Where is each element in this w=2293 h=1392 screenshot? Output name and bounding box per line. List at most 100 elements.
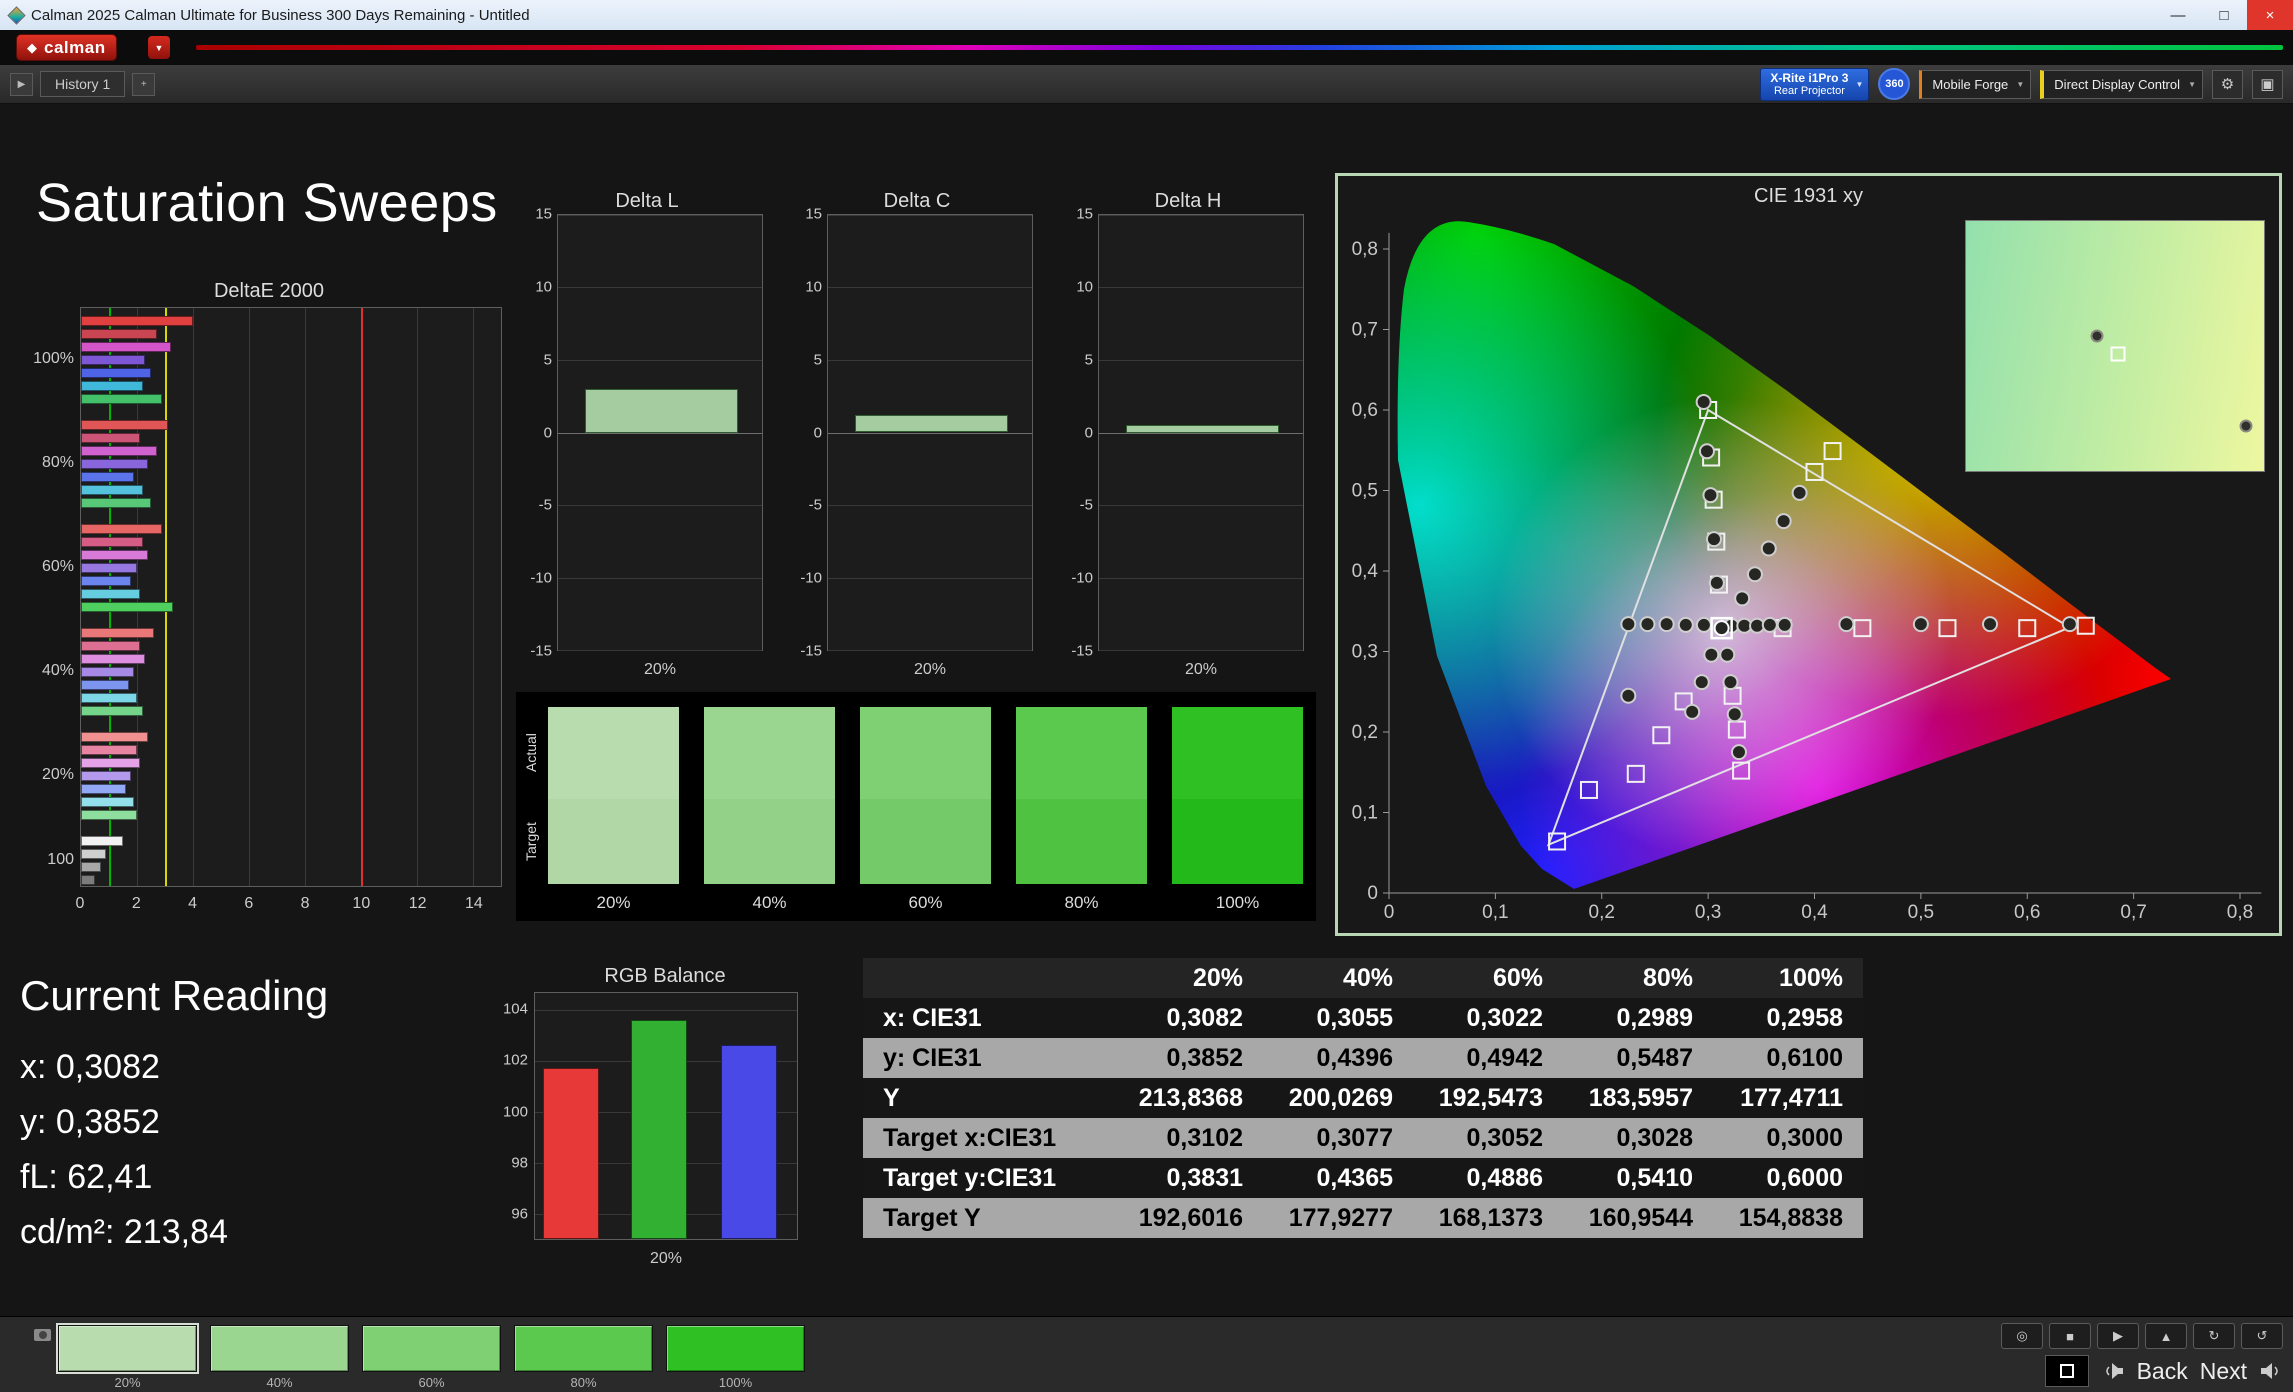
target-patch xyxy=(1016,799,1147,884)
y-tick-label: 100 xyxy=(502,1103,528,1121)
gridline xyxy=(1099,504,1303,506)
source-select-dropdown[interactable]: Mobile Forge ▼ xyxy=(1919,69,2032,99)
deltae-bar xyxy=(81,771,132,781)
gridline xyxy=(828,215,1032,216)
table-cell: 0,3831 xyxy=(1166,1163,1243,1192)
loop-button[interactable]: ↺ xyxy=(2241,1323,2283,1349)
play-button[interactable]: ▶ xyxy=(2097,1323,2139,1349)
toolbar-right: X-Rite i1Pro 3 Rear Projector ▼ 360 Mobi… xyxy=(1760,67,2283,101)
display-control-dropdown[interactable]: Direct Display Control ▼ xyxy=(2040,69,2203,99)
window-controls: — □ × xyxy=(2155,0,2293,30)
gridline xyxy=(417,308,418,886)
table-row: Target Y 192,6016 177,9277 168,1373 160,9544… xyxy=(863,1198,1863,1238)
titlebar: Calman 2025 Calman Ultimate for Business… xyxy=(0,0,2293,30)
refresh-button[interactable]: ↻ xyxy=(2193,1323,2235,1349)
measured-point xyxy=(1639,616,1656,633)
gridline xyxy=(828,650,1032,651)
gauge-button[interactable]: ◎ xyxy=(2001,1323,2043,1349)
source-label: Mobile Forge xyxy=(1932,76,2009,92)
delta-h-chart: Delta H 15 10 5 0 -5 -10 -15 20% xyxy=(1068,190,1308,694)
row-label: y: CIE31 xyxy=(883,1043,982,1072)
deltae-bar xyxy=(81,537,143,547)
rgb-ylabels: 96 98 100 102 104 xyxy=(490,992,534,1240)
measured-point xyxy=(1722,674,1739,691)
table-cell: 0,3022 xyxy=(1466,1003,1543,1032)
add-tab-button[interactable]: + xyxy=(132,72,156,96)
deltae-bar xyxy=(81,810,137,820)
svg-text:0,5: 0,5 xyxy=(1352,481,1378,502)
blackout-button[interactable] xyxy=(2044,1355,2089,1387)
deltae-bar xyxy=(81,797,135,807)
settings-gear-button[interactable]: ⚙ xyxy=(2212,69,2243,99)
measured-point xyxy=(1761,616,1778,633)
measured-point xyxy=(1775,513,1792,530)
y-tick-label: -15 xyxy=(800,642,822,660)
tab-history[interactable]: History 1 xyxy=(40,71,126,97)
patch-column: 100% xyxy=(1172,707,1303,913)
meter-count-badge[interactable]: 360 xyxy=(1878,68,1911,100)
patch-label: 40% xyxy=(752,893,787,912)
measured-point xyxy=(1776,616,1793,633)
eject-button[interactable]: ▲ xyxy=(2145,1323,2187,1349)
gridline xyxy=(828,359,1032,361)
saturation-swatch[interactable]: 40% xyxy=(210,1325,349,1390)
deltae-plot xyxy=(80,307,502,887)
gridline xyxy=(558,432,762,434)
meter-select-button[interactable]: X-Rite i1Pro 3 Rear Projector ▼ xyxy=(1760,67,1870,101)
display-settings-button[interactable]: ▣ xyxy=(2252,69,2283,99)
y-tick-label: -10 xyxy=(800,569,822,587)
maximize-button[interactable]: □ xyxy=(2201,0,2247,30)
logo-menu-caret[interactable]: ▼ xyxy=(148,36,170,59)
stop-button[interactable]: ■ xyxy=(2049,1323,2091,1349)
deltae-bar xyxy=(81,680,129,690)
saturation-swatch[interactable]: 60% xyxy=(362,1325,501,1390)
table-cell: 154,8838 xyxy=(1738,1203,1843,1232)
table-cell: 0,4942 xyxy=(1466,1043,1543,1072)
x-tick-label: 8 xyxy=(300,895,310,912)
patch-comparison-panel: Actual Target 20% 40% 60% 80% 100% xyxy=(516,692,1316,921)
logo-bar: ◆ calman ▼ xyxy=(0,30,2293,65)
reading-fl: fL: 62,41 xyxy=(20,1158,153,1196)
deltae-bar xyxy=(81,875,95,885)
target-patch xyxy=(704,799,835,884)
table-cell: 213,8368 xyxy=(1138,1083,1243,1112)
measured-point xyxy=(1658,616,1675,633)
table-cell: 0,3028 xyxy=(1616,1123,1693,1152)
display-control-label: Direct Display Control xyxy=(2054,76,2180,92)
table-row: Target x:CIE31 0,3102 0,3077 0,3052 0,3028 0,… xyxy=(863,1118,1863,1158)
gridline xyxy=(558,650,762,651)
measured-point xyxy=(1677,616,1694,633)
calman-logo-button[interactable]: ◆ calman xyxy=(16,34,117,61)
reading-cdm2: cd/m²: 213,84 xyxy=(20,1213,228,1251)
next-button[interactable]: Next xyxy=(2200,1358,2247,1385)
close-button[interactable]: × xyxy=(2247,0,2293,30)
chevron-down-icon: ▼ xyxy=(1855,79,1864,89)
measured-point xyxy=(1702,487,1719,504)
svg-text:0,3: 0,3 xyxy=(1352,642,1378,663)
table-cell: 0,4396 xyxy=(1316,1043,1393,1072)
gridline xyxy=(558,577,762,579)
deltae-bar xyxy=(81,784,126,794)
measured-point xyxy=(1760,540,1777,557)
saturation-swatch[interactable]: 80% xyxy=(514,1325,653,1390)
swatch-color xyxy=(56,1323,199,1374)
measured-point xyxy=(1912,616,1929,633)
back-button[interactable]: Back xyxy=(2137,1358,2188,1385)
panel-expand-button[interactable]: ▶ xyxy=(10,72,33,96)
svg-text:0,4: 0,4 xyxy=(1352,561,1379,582)
deltae-bar xyxy=(81,368,151,378)
saturation-swatch[interactable]: 20% xyxy=(56,1323,199,1390)
deltae-bar xyxy=(81,485,143,495)
table-cell: 160,9544 xyxy=(1588,1203,1693,1232)
y-tick-label: 15 xyxy=(805,205,822,223)
current-reading-panel: Current Reading x: 0,3082 y: 0,3852 fL: … xyxy=(20,972,328,1260)
minimize-button[interactable]: — xyxy=(2155,0,2201,30)
saturation-swatch[interactable]: 100% xyxy=(666,1325,805,1390)
reference-line xyxy=(165,308,167,886)
table-row: Y 213,8368 200,0269 192,5473 183,5957 177,471… xyxy=(863,1078,1863,1118)
table-cell: 183,5957 xyxy=(1588,1083,1693,1112)
measured-point xyxy=(1791,484,1808,501)
svg-text:0,6: 0,6 xyxy=(2014,902,2040,923)
measured-point xyxy=(1730,744,1747,761)
table-cell: 0,6000 xyxy=(1766,1163,1843,1192)
